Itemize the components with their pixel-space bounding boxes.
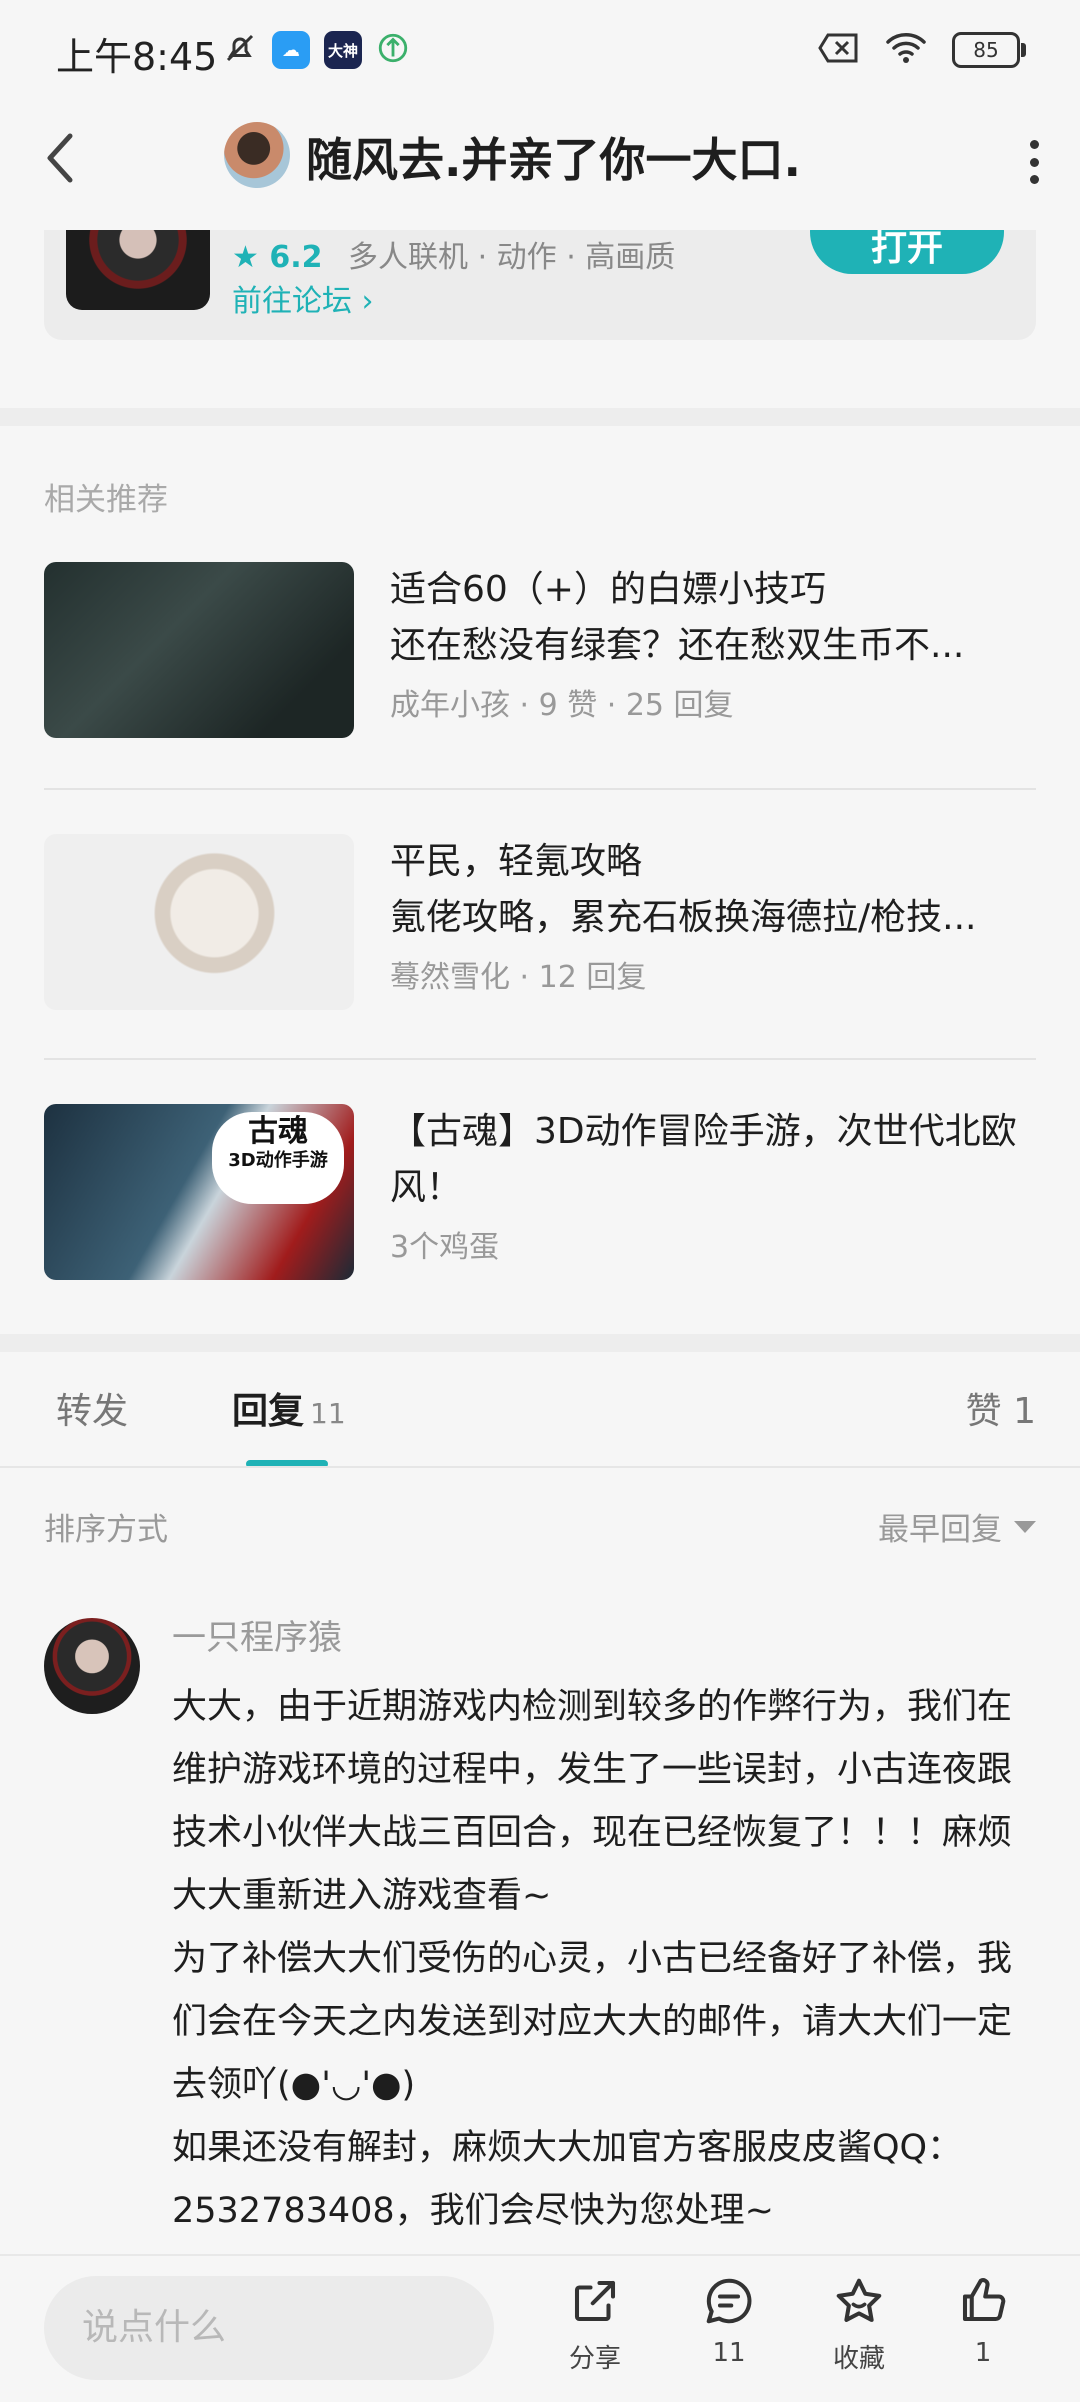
game-rating: 6.2 [269, 240, 323, 275]
badge-main-text: 古魂 [248, 1114, 308, 1149]
cloud-app-icon: ☁ [272, 31, 310, 69]
share-label: 分享 [568, 2344, 621, 2374]
forum-link[interactable]: 前往论坛 › [232, 276, 374, 320]
dashen-app-icon: 大神 [324, 31, 362, 69]
item-divider [44, 788, 1036, 790]
reply-tabs: 转发 回复 11 赞 1 [0, 1352, 1080, 1468]
post-author-title[interactable]: 随风去.并亲了你一大口. [306, 124, 801, 190]
tab-reply-count: 11 [310, 1397, 346, 1430]
star-outline-icon [836, 2278, 882, 2322]
comment-paragraph: 为了补偿大大们受伤的心灵，小古已经备好了补偿，我们会在今天之内发送到对应大大的邮… [172, 1939, 1013, 2105]
related-item-title: 平民，轻氪攻略 [390, 841, 643, 882]
section-divider [0, 408, 1080, 426]
related-text: 平民，轻氪攻略 氪佬攻略，累充石板换海德拉/枪技... 蓦然雪化 · 12 回复 [390, 834, 1040, 996]
tab-like[interactable]: 赞 1 [966, 1382, 1036, 1434]
related-item[interactable]: 古魂 3D动作手游 【古魂】3D动作冒险手游，次世代北欧风！ 3个鸡蛋 [44, 1104, 1036, 1282]
favorite-button[interactable]: 收藏 [804, 2274, 914, 2375]
sort-dropdown[interactable]: 最早回复 [878, 1504, 1036, 1549]
bottom-action-bar: 说点什么 分享 11 收藏 1 [0, 2254, 1080, 2402]
related-item-subtitle: 还在愁没有绿套？还在愁双生币不... [390, 625, 965, 666]
sort-value: 最早回复 [878, 1512, 1002, 1548]
related-item[interactable]: 适合60（+）的白嫖小技巧 还在愁没有绿套？还在愁双生币不... 成年小孩 · … [44, 562, 1036, 740]
favorite-label: 收藏 [832, 2344, 885, 2374]
sort-label: 排序方式 [44, 1512, 168, 1548]
comment-input[interactable]: 说点什么 [44, 2276, 494, 2380]
comment-author[interactable]: 一只程序猿 [172, 1610, 342, 1659]
thumbs-up-icon [962, 2278, 1006, 2322]
forum-link-label: 前往论坛 [232, 284, 352, 319]
item-divider [44, 1058, 1036, 1060]
related-text: 【古魂】3D动作冒险手游，次世代北欧风！ 3个鸡蛋 [390, 1104, 1040, 1266]
top-header: 随风去.并亲了你一大口. [0, 100, 1080, 230]
tab-reply[interactable]: 回复 11 [232, 1382, 346, 1434]
comment-body: 大大，由于近期游戏内检测到较多的作弊行为，我们在维护游戏环境的过程中，发生了一些… [172, 1676, 1042, 2243]
more-options-icon[interactable] [1028, 140, 1040, 184]
game-icon [66, 230, 210, 310]
tab-reply-label: 回复 [232, 1391, 305, 1432]
comment-bubble-icon [706, 2278, 752, 2324]
open-game-button[interactable]: 打开 [810, 230, 1004, 274]
comments-button[interactable]: 11 [674, 2274, 784, 2368]
star-icon: ★ [232, 240, 270, 275]
related-item-title: 【古魂】3D动作冒险手游，次世代北欧风！ [390, 1111, 1017, 1208]
share-button[interactable]: 分享 [540, 2274, 650, 2375]
thumbnail-badge: 古魂 3D动作手游 [212, 1112, 344, 1204]
status-left-icons: ☁ 大神 [222, 30, 410, 70]
wifi-icon [886, 32, 926, 68]
related-title: 相关推荐 [44, 482, 168, 518]
related-item-title: 适合60（+）的白嫖小技巧 [390, 569, 826, 610]
badge-sub-text: 3D动作手游 [228, 1150, 328, 1171]
caret-down-icon [1014, 1520, 1036, 1533]
game-card[interactable]: ★ 6.2 多人联机 · 动作 · 高画质 前往论坛 › 打开 [44, 230, 1036, 340]
status-right-icons: 85 [818, 32, 1026, 68]
comment-avatar[interactable] [44, 1618, 140, 1714]
share-icon [574, 2280, 616, 2322]
related-item-meta: 成年小孩 · 9 赞 · 25 回复 [390, 688, 734, 723]
status-bar: 上午8:45 ☁ 大神 85 [0, 0, 1080, 100]
related-thumbnail [44, 562, 354, 738]
tabs-divider [0, 1466, 1080, 1468]
author-avatar[interactable] [224, 122, 290, 188]
game-meta: ★ 6.2 多人联机 · 动作 · 高画质 [232, 232, 675, 276]
related-item[interactable]: 平民，轻氪攻略 氪佬攻略，累充石板换海德拉/枪技... 蓦然雪化 · 12 回复 [44, 834, 1036, 1012]
related-thumbnail: 古魂 3D动作手游 [44, 1104, 354, 1280]
related-thumbnail [44, 834, 354, 1010]
section-divider [0, 1334, 1080, 1352]
like-button[interactable]: 1 [928, 2274, 1038, 2368]
related-item-subtitle: 氪佬攻略，累充石板换海德拉/枪技... [390, 897, 977, 938]
battery-icon: 85 [952, 32, 1026, 68]
comment-paragraph: 如果还没有解封，麻烦大大加官方客服皮皮酱QQ：2532783408，我们会尽快为… [172, 2128, 963, 2231]
leaf-app-icon [376, 31, 410, 69]
related-item-meta: 3个鸡蛋 [390, 1230, 500, 1265]
related-text: 适合60（+）的白嫖小技巧 还在愁没有绿套？还在愁双生币不... 成年小孩 · … [390, 562, 1040, 724]
related-item-meta: 蓦然雪化 · 12 回复 [390, 960, 647, 995]
chevron-right-icon: › [361, 284, 374, 319]
game-tags: 多人联机 · 动作 · 高画质 [348, 240, 676, 275]
likes-count: 1 [974, 2338, 992, 2368]
tab-forward[interactable]: 转发 [56, 1382, 128, 1434]
status-time: 上午8:45 [56, 35, 218, 79]
comments-count: 11 [712, 2338, 746, 2368]
comment-paragraph: 大大，由于近期游戏内检测到较多的作弊行为，我们在维护游戏环境的过程中，发生了一些… [172, 1687, 1013, 1916]
no-sim-icon [818, 32, 860, 68]
back-arrow-icon[interactable] [40, 128, 80, 188]
mute-bell-icon [222, 30, 258, 70]
